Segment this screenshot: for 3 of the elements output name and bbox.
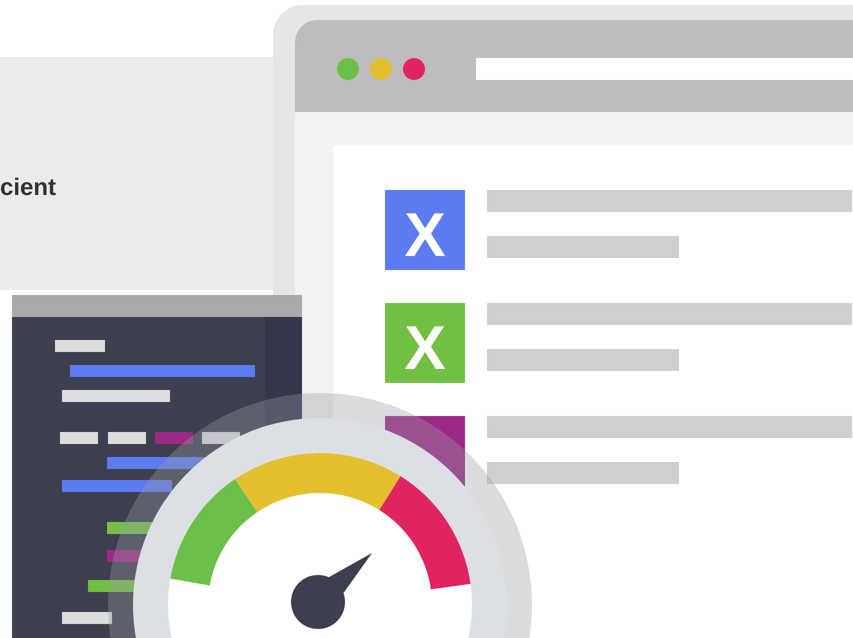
app-icon: X <box>385 303 465 383</box>
app-icon: X <box>385 190 465 270</box>
heading: cient <box>0 173 56 203</box>
